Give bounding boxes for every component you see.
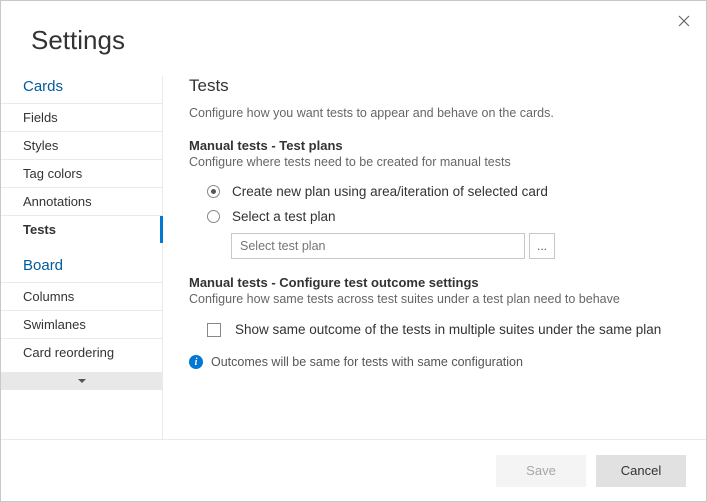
radio-icon — [207, 185, 220, 198]
panel-subtitle: Configure how you want tests to appear a… — [189, 106, 680, 120]
content-panel: Tests Configure how you want tests to ap… — [163, 76, 706, 439]
sidebar-item-annotations[interactable]: Annotations — [1, 187, 162, 215]
dialog-footer: Save Cancel — [1, 439, 706, 501]
checkbox-label: Show same outcome of the tests in multip… — [235, 322, 661, 337]
group-outcome-sub: Configure how same tests across test sui… — [189, 292, 680, 306]
sidebar-item-label: Tests — [23, 222, 56, 237]
sidebar-section-cards: Cards — [1, 76, 162, 103]
checkbox-same-outcome[interactable] — [207, 323, 221, 337]
close-icon[interactable] — [676, 13, 692, 29]
sidebar-item-label: Styles — [23, 138, 58, 153]
radio-label: Create new plan using area/iteration of … — [232, 184, 548, 199]
sidebar-item-label: Card reordering — [23, 345, 114, 360]
sidebar-item-label: Fields — [23, 110, 58, 125]
sidebar-item-fields[interactable]: Fields — [1, 103, 162, 131]
info-icon: i — [189, 355, 203, 369]
chevron-down-icon — [77, 373, 87, 391]
sidebar-expand-toggle[interactable] — [1, 372, 162, 390]
sidebar-item-styles[interactable]: Styles — [1, 131, 162, 159]
radio-select-test-plan[interactable]: Select a test plan — [189, 204, 680, 229]
radio-create-new-plan[interactable]: Create new plan using area/iteration of … — [189, 179, 680, 204]
radio-icon — [207, 210, 220, 223]
sidebar-item-columns[interactable]: Columns — [1, 282, 162, 310]
sidebar-item-label: Columns — [23, 289, 74, 304]
checkbox-same-outcome-row: Show same outcome of the tests in multip… — [189, 316, 680, 343]
sidebar-item-label: Annotations — [23, 194, 92, 209]
sidebar-item-swimlanes[interactable]: Swimlanes — [1, 310, 162, 338]
cancel-button[interactable]: Cancel — [596, 455, 686, 487]
ellipsis-label: ... — [537, 239, 547, 253]
dialog-title: Settings — [1, 1, 706, 76]
sidebar-item-label: Swimlanes — [23, 317, 86, 332]
group-test-plans-title: Manual tests - Test plans — [189, 138, 680, 153]
sidebar: Cards Fields Styles Tag colors Annotatio… — [1, 76, 163, 439]
info-row: i Outcomes will be same for tests with s… — [189, 355, 680, 369]
group-outcome-title: Manual tests - Configure test outcome se… — [189, 275, 680, 290]
radio-label: Select a test plan — [232, 209, 336, 224]
test-plan-input[interactable] — [231, 233, 525, 259]
sidebar-item-tests[interactable]: Tests — [1, 215, 162, 243]
sidebar-item-card-reordering[interactable]: Card reordering — [1, 338, 162, 366]
sidebar-section-board: Board — [1, 249, 162, 282]
sidebar-item-label: Tag colors — [23, 166, 82, 181]
sidebar-item-tag-colors[interactable]: Tag colors — [1, 159, 162, 187]
button-label: Save — [526, 463, 556, 478]
button-label: Cancel — [621, 463, 661, 478]
browse-plan-button[interactable]: ... — [529, 233, 555, 259]
group-test-plans-sub: Configure where tests need to be created… — [189, 155, 680, 169]
settings-dialog: Settings Cards Fields Styles Tag colors … — [0, 0, 707, 502]
panel-title: Tests — [189, 76, 680, 96]
info-text: Outcomes will be same for tests with sam… — [211, 355, 523, 369]
save-button[interactable]: Save — [496, 455, 586, 487]
